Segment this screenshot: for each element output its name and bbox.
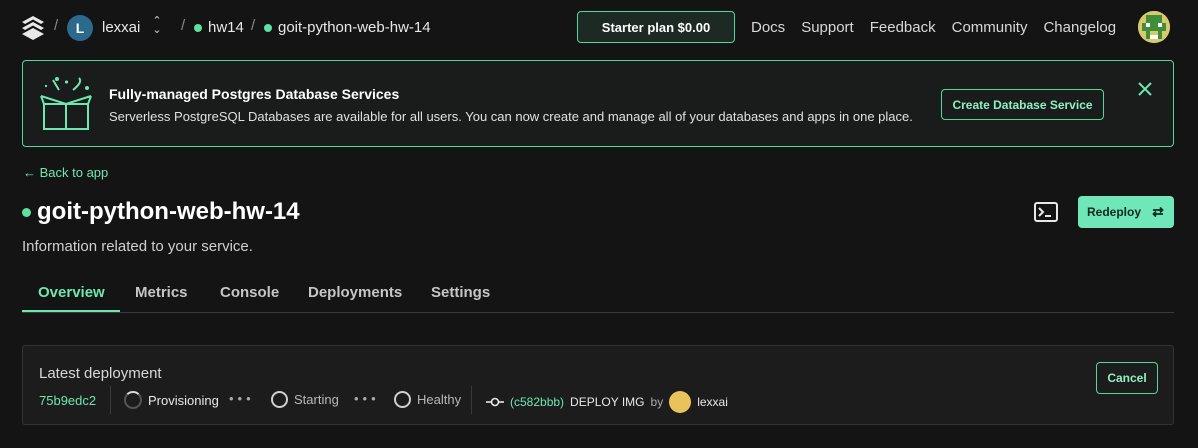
progress-dots: ••• [229,391,255,406]
close-icon[interactable] [1136,80,1154,98]
pending-circle-icon [271,391,288,408]
breadcrumb-service[interactable]: goit-python-web-hw-14 [264,19,431,36]
active-tab-indicator [22,310,120,312]
service-crumb-name: goit-python-web-hw-14 [278,19,431,36]
status-dot-icon [264,23,272,32]
terminal-icon[interactable] [1034,202,1058,222]
starter-plan-button[interactable]: Starter plan $0.00 [577,11,735,43]
stage-label: Provisioning [148,392,219,408]
service-name: goit-python-web-hw-14 [37,198,300,225]
status-dot-icon [22,207,31,217]
tab-console[interactable]: Console [220,284,279,301]
back-to-app-link[interactable]: ← Back to app [23,165,108,180]
banner-title: Fully-managed Postgres Database Services [109,86,400,102]
commit-info: (c582bbb) DEPLOY IMG by lexxai [486,391,728,413]
team-avatar[interactable]: L [67,15,93,41]
nav-link-community[interactable]: Community [952,19,1028,36]
koyeb-logo-icon[interactable] [20,14,46,40]
redeploy-button[interactable]: Redeploy [1078,196,1174,228]
tab-metrics[interactable]: Metrics [135,284,188,301]
team-switcher-icon[interactable]: ⌃ ⌄ [150,16,164,39]
stage-provisioning: Provisioning [124,391,219,409]
breadcrumb-separator: / [181,17,186,34]
promo-banner: Fully-managed Postgres Database Services… [22,60,1174,147]
redeploy-label: Redeploy [1086,205,1141,219]
nav-link-docs[interactable]: Docs [751,19,785,36]
deployment-id-link[interactable]: 75b9edc2 [39,393,96,408]
create-database-button[interactable]: Create Database Service [941,89,1104,120]
commit-hash[interactable]: (c582bbb) [510,395,564,409]
nav-link-changelog[interactable]: Changelog [1043,19,1116,36]
commit-icon [486,397,504,407]
breadcrumb-separator: / [251,17,256,34]
banner-description: Serverless PostgreSQL Databases are avai… [109,109,913,124]
by-label: by [650,395,664,409]
page-title: goit-python-web-hw-14 [22,198,300,226]
nav-links: Docs Support Feedback Community Changelo… [751,19,1116,36]
nav-link-support[interactable]: Support [801,19,854,36]
stage-label: Starting [294,392,339,407]
page-subtitle: Information related to your service. [22,238,253,255]
breadcrumb-project[interactable]: hw14 [194,19,244,36]
stage-label: Healthy [417,392,462,407]
stage-healthy: Healthy [394,391,461,408]
author-avatar [669,391,692,413]
nav-link-feedback[interactable]: Feedback [870,19,936,36]
tab-overview[interactable]: Overview [38,284,105,301]
breadcrumb-separator: / [54,17,59,34]
team-name[interactable]: lexxai [102,19,140,36]
latest-deployment-card: Latest deployment 75b9edc2 Provisioning … [22,345,1174,425]
stage-starting: Starting [271,391,339,408]
service-tabs: Overview Metrics Console Deployments Set… [22,282,1174,313]
pixel-avatar-icon [1138,11,1170,43]
card-title: Latest deployment [39,365,162,382]
tab-deployments[interactable]: Deployments [308,284,402,301]
commit-message: DEPLOY IMG [570,395,645,409]
author-name: lexxai [697,395,728,409]
gift-box-icon [40,77,92,130]
spinner-icon [124,391,142,409]
divider [110,386,111,414]
project-name: hw14 [208,19,244,36]
top-nav: / L lexxai ⌃ ⌄ / hw14 / goit-python-web-h… [0,0,1198,56]
user-avatar[interactable] [1138,11,1170,43]
progress-dots: ••• [354,391,380,406]
status-dot-icon [194,23,202,32]
redeploy-arrows-icon [1152,206,1164,218]
tab-settings[interactable]: Settings [431,284,490,301]
cancel-button[interactable]: Cancel [1096,362,1158,394]
pending-circle-icon [394,391,411,408]
divider [471,386,472,414]
